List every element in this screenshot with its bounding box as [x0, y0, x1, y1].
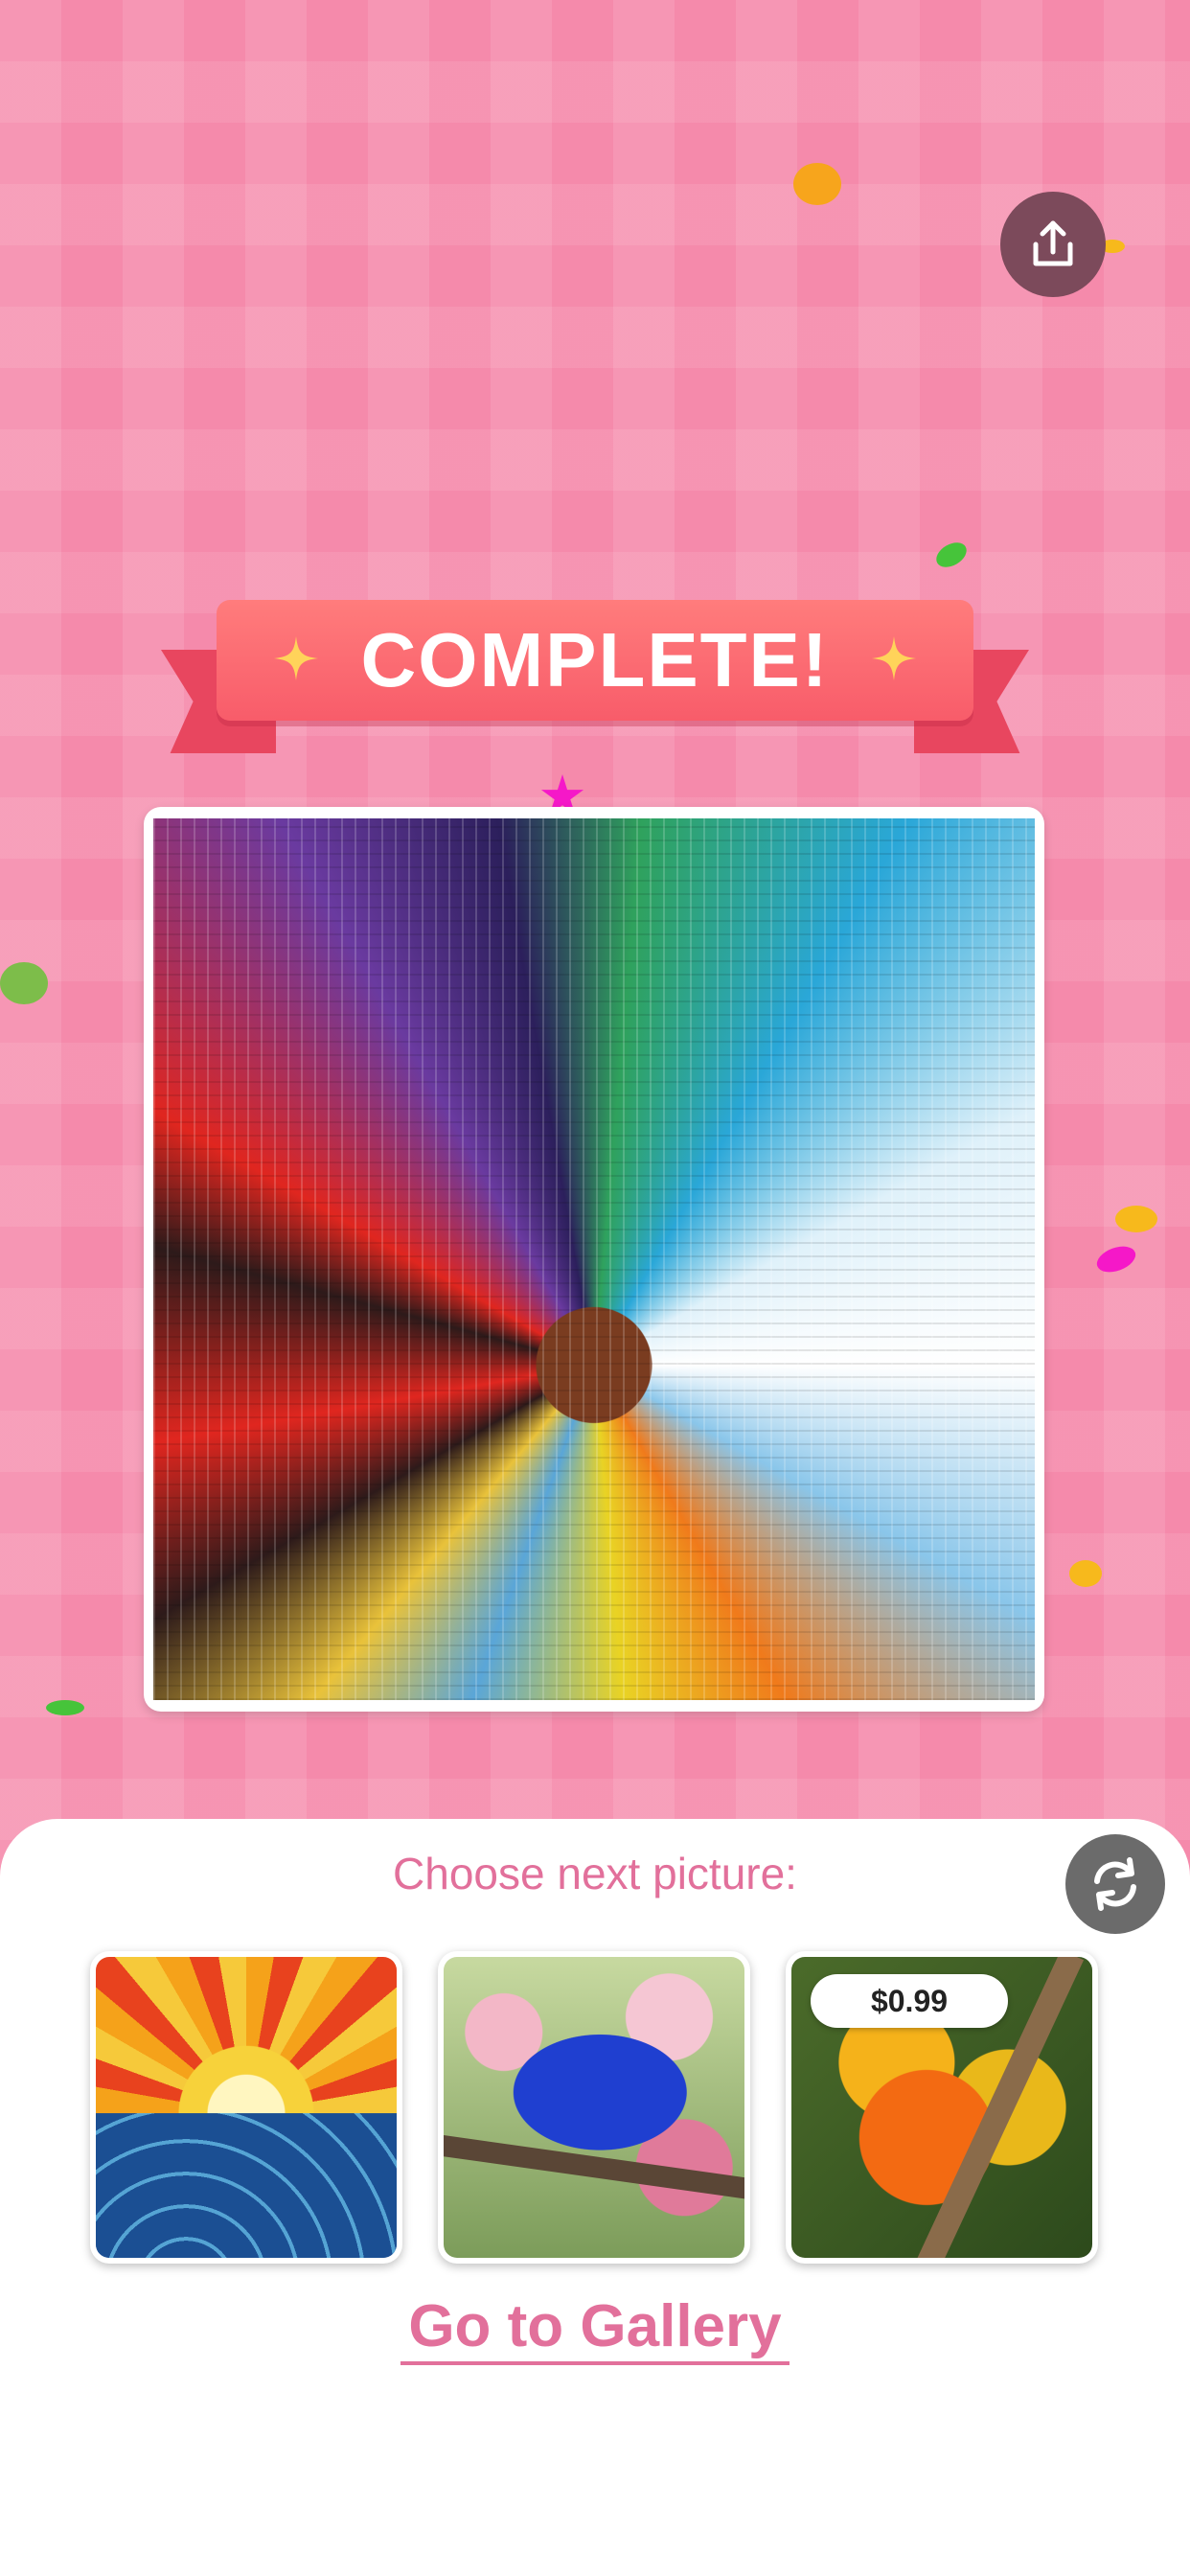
go-to-gallery-link[interactable]: Go to Gallery — [400, 2293, 790, 2365]
price-badge[interactable]: $0.99 — [811, 1974, 1008, 2028]
next-picture-panel: Choose next picture: $0.99 Go to Gallery — [0, 1819, 1190, 2576]
share-button[interactable] — [1000, 192, 1106, 297]
confetti — [0, 962, 48, 1004]
choose-next-label: Choose next picture: — [393, 1849, 797, 1898]
complete-title: COMPLETE! — [360, 617, 830, 702]
waves-pattern — [96, 2113, 397, 2258]
go-to-gallery-container: Go to Gallery — [0, 2292, 1190, 2365]
confetti — [1093, 1241, 1139, 1277]
completed-artwork-image — [153, 818, 1035, 1700]
refresh-button[interactable] — [1065, 1834, 1165, 1934]
thumbnail-row: $0.99 — [90, 1951, 1100, 2267]
confetti — [931, 537, 972, 573]
thumbnail-bird[interactable] — [438, 1951, 750, 2264]
sparkle-icon — [274, 636, 318, 680]
branch — [444, 2132, 744, 2205]
refresh-icon — [1094, 1857, 1136, 1911]
artwork-frame — [144, 807, 1044, 1712]
complete-banner: COMPLETE! — [161, 600, 1029, 772]
sunset-picture — [96, 1957, 397, 2258]
banner-body: COMPLETE! — [217, 600, 973, 721]
share-icon — [1033, 220, 1073, 266]
thumbnail-parrots[interactable]: $0.99 — [786, 1951, 1098, 2264]
confetti — [793, 163, 841, 205]
confetti — [1115, 1206, 1157, 1232]
sparkle-icon — [872, 636, 916, 680]
parrots-picture: $0.99 — [791, 1957, 1092, 2258]
confetti — [46, 1700, 84, 1715]
bird-picture — [444, 1957, 744, 2258]
artwork-pixel-grid — [153, 818, 1035, 1700]
confetti — [1069, 1560, 1102, 1587]
thumbnail-sunset[interactable] — [90, 1951, 402, 2264]
